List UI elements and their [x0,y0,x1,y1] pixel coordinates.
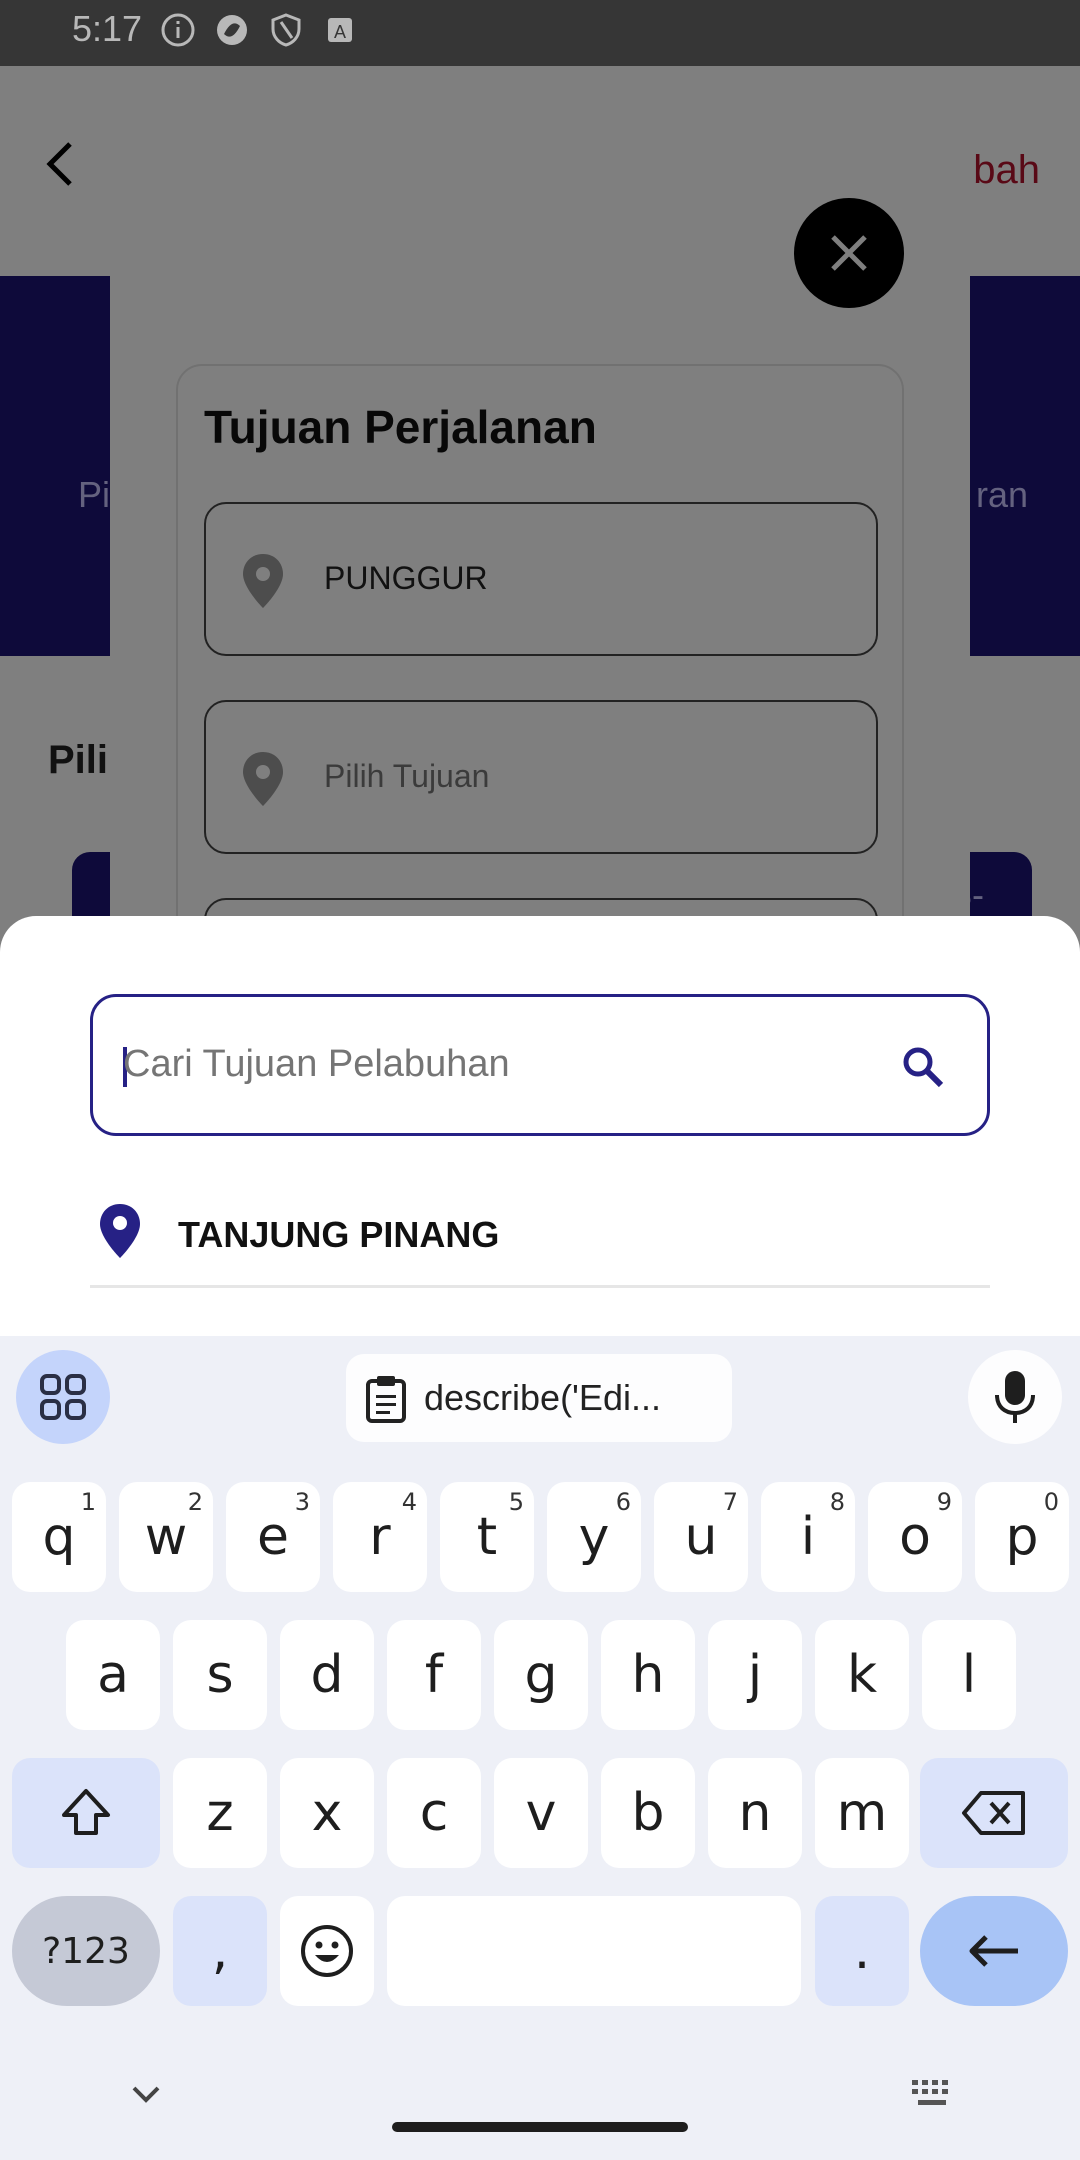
hide-keyboard-chevron-icon[interactable] [126,2074,166,2114]
port-result-label: TANJUNG PINANG [178,1214,500,1255]
key-a[interactable]: a [66,1620,160,1730]
key-x[interactable]: x [280,1758,374,1868]
status-notification-icons: A [160,12,358,48]
keyboard-switch-icon[interactable] [910,2078,956,2112]
apps-grid-button[interactable] [16,1350,110,1444]
key-j[interactable]: j [708,1620,802,1730]
key-l[interactable]: l [922,1620,1016,1730]
key-g[interactable]: g [494,1620,588,1730]
key-t[interactable]: t5 [440,1482,534,1592]
key-w[interactable]: w2 [119,1482,213,1592]
info-icon [160,12,196,48]
shift-key[interactable] [12,1758,160,1868]
key-n[interactable]: n [708,1758,802,1868]
key-u[interactable]: u7 [654,1482,748,1592]
voice-input-button[interactable] [968,1350,1062,1444]
key-q[interactable]: q1 [12,1482,106,1592]
backspace-icon [962,1791,1025,1835]
microphone-icon [995,1371,1035,1423]
key-d[interactable]: d [280,1620,374,1730]
enter-key[interactable] [920,1896,1068,2006]
key-s[interactable]: s [173,1620,267,1730]
enter-icon [969,1935,1018,1967]
app-notification-icon [214,12,250,48]
emoji-icon [301,1925,353,1977]
symbols-key[interactable]: ?123 [12,1896,160,2006]
key-e[interactable]: e3 [226,1482,320,1592]
key-h[interactable]: h [601,1620,695,1730]
comma-key[interactable]: , [173,1896,267,2006]
grid-icon [40,1374,86,1420]
search-box[interactable] [90,994,990,1136]
gesture-navigation-bar[interactable] [392,2122,688,2132]
location-pin-icon [98,1202,142,1260]
port-result-item[interactable]: TANJUNG PINANG [90,1202,990,1288]
key-i[interactable]: i8 [761,1482,855,1592]
clipboard-icon [366,1376,406,1423]
key-o[interactable]: o9 [868,1482,962,1592]
clipboard-suggestion[interactable]: describe('Edi... [346,1354,732,1442]
search-input[interactable] [123,1043,883,1086]
soft-keyboard: describe('Edi... q1 w2 e3 r4 t5 y6 u7 i8… [0,1336,1080,2160]
clipboard-text: describe('Edi... [424,1377,661,1418]
key-z[interactable]: z [173,1758,267,1868]
key-f[interactable]: f [387,1620,481,1730]
key-k[interactable]: k [815,1620,909,1730]
shift-icon [62,1789,110,1835]
app-a-icon: A [322,12,358,48]
status-bar: 5:17 A [0,0,1080,66]
period-key[interactable]: . [815,1896,909,2006]
search-icon[interactable] [899,1043,947,1091]
shield-icon [268,12,304,48]
space-key[interactable] [387,1896,801,2006]
keyboard-toolbar: describe('Edi... [0,1336,1080,1456]
svg-text:A: A [334,22,346,42]
search-sheet: TANJUNG PINANG [0,916,1080,1336]
key-v[interactable]: v [494,1758,588,1868]
key-r[interactable]: r4 [333,1482,427,1592]
key-m[interactable]: m [815,1758,909,1868]
key-y[interactable]: y6 [547,1482,641,1592]
key-b[interactable]: b [601,1758,695,1868]
keyboard-nav [0,2060,1080,2160]
emoji-key[interactable] [280,1896,374,2006]
key-c[interactable]: c [387,1758,481,1868]
key-p[interactable]: p0 [975,1482,1069,1592]
status-time: 5:17 [72,8,143,49]
backspace-key[interactable] [920,1758,1068,1868]
